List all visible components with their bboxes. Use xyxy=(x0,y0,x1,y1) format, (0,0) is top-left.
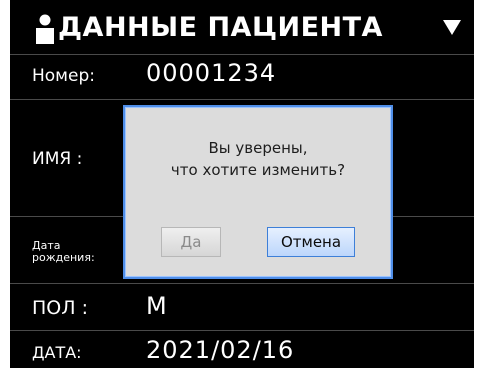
yes-button[interactable]: Да xyxy=(161,227,221,257)
field-label-birthdate: Дата рождения: xyxy=(32,239,95,264)
field-row-sex: ПОЛ : M xyxy=(10,283,474,330)
field-label-number: Номер: xyxy=(32,66,95,86)
field-value-date[interactable]: 2021/02/16 xyxy=(146,336,294,364)
field-label-name: ИМЯ : xyxy=(32,149,83,169)
dialog-message-line-1: Вы уверены, xyxy=(208,139,308,157)
dropdown-arrow-icon[interactable] xyxy=(443,20,461,35)
dialog-message-line-2: что хотите изменить? xyxy=(170,161,346,179)
cancel-button[interactable]: Отмена xyxy=(267,227,355,257)
field-value-number[interactable]: 00001234 xyxy=(146,59,276,87)
field-row-number: Номер: 00001234 xyxy=(10,54,474,99)
field-label-date: ДАТА: xyxy=(32,343,82,362)
field-value-sex[interactable]: M xyxy=(146,292,168,320)
page-title: ДАННЫЕ ПАЦИЕНТА xyxy=(58,12,383,43)
header: ДАННЫЕ ПАЦИЕНТА xyxy=(10,0,474,54)
patient-data-screen: ДАННЫЕ ПАЦИЕНТА Номер: 00001234 ИМЯ : Да… xyxy=(10,0,474,368)
person-icon xyxy=(36,14,54,44)
field-row-date: ДАТА: 2021/02/16 xyxy=(10,330,474,368)
confirm-dialog: Вы уверены, что хотите изменить? Да Отме… xyxy=(123,105,393,279)
field-label-sex: ПОЛ : xyxy=(32,297,88,319)
dialog-message: Вы уверены, что хотите изменить? xyxy=(125,137,391,181)
